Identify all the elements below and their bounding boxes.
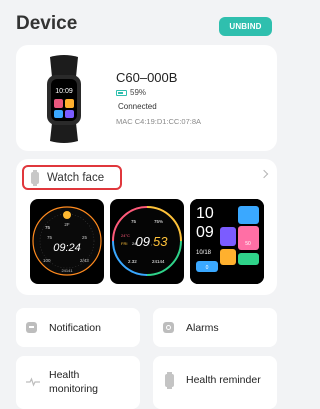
watch-face-option-2[interactable]: 75 75% 24°C FRI 24 09 : 53 2.32 24144 [110,199,184,284]
watch-icon [165,372,174,389]
health-monitoring-label-2: monitoring [49,383,99,395]
face1-bottom-left: 100 [43,258,51,263]
face1-top-left: 75 [45,225,51,230]
device-card[interactable]: 10:09 C60–000B 59% Connected MAC C4:19:D… [16,45,277,151]
notification-icon [26,322,37,333]
device-name: C60–000B [116,70,178,85]
face2-day-label: FRI [121,241,127,246]
battery-indicator: 59% [116,88,146,97]
health-reminder-label: Health reminder [186,374,261,386]
face2-bottom-right: 24144 [152,259,165,264]
alarms-tile[interactable]: Alarms [153,308,277,347]
health-monitoring-label-1: Health [49,369,80,381]
health-reminder-tile[interactable]: Health reminder [153,356,277,409]
face3-minute: 09 [196,224,214,241]
face3-tile-b: 0 [206,265,209,271]
watch-face-card[interactable]: Watch face 2F 75 75 25 09:24 100 2/43 24… [16,159,277,295]
notification-label: Notification [49,322,101,334]
mac-address: MAC C4:19:D1:CC:07:8A [116,117,202,126]
face2-bottom-left: 2.32 [128,259,137,264]
health-monitoring-tile[interactable]: Health monitoring [16,356,140,409]
alarms-label: Alarms [186,322,219,334]
battery-percent: 59% [130,88,147,97]
svg-text::: : [151,242,152,247]
watch-face-option-3[interactable]: 10 09 10/18 50 0 [190,199,264,284]
header: Device UNBIND [0,0,284,46]
face2-minute: 53 [153,234,168,249]
face1-mid-left: 75 [47,235,53,240]
chevron-right-icon[interactable] [259,169,269,179]
face2-top-right: 75% [154,219,163,224]
svg-text:10:09: 10:09 [55,88,73,95]
battery-icon [116,89,127,96]
alarm-clock-icon [163,322,174,333]
face3-date: 10/18 [196,250,212,256]
face1-steps: 24141 [61,268,73,273]
notification-tile[interactable]: Notification [16,308,140,347]
face2-top-left: 75 [131,219,137,224]
face1-time: 09:24 [53,242,81,254]
face3-tile-a: 50 [245,241,251,247]
watch-face-label: Watch face [47,171,105,184]
face1-mid-right: 25 [82,235,88,240]
face2-temp: 24°C [121,233,130,238]
connection-status: Connected [118,102,157,111]
watch-icon [31,169,39,186]
fitness-band-image: 10:09 [47,55,81,143]
heartbeat-icon [26,377,40,387]
face2-hour: 09 [136,234,150,249]
face1-top-value: 2F [64,222,70,227]
watch-face-header[interactable]: Watch face [22,165,122,190]
face3-hour: 10 [196,205,214,222]
watch-face-option-1[interactable]: 2F 75 75 25 09:24 100 2/43 24141 [30,199,104,284]
unbind-button[interactable]: UNBIND [219,17,272,36]
face1-bottom-right: 2/43 [80,258,89,263]
page-title: Device [16,13,78,34]
